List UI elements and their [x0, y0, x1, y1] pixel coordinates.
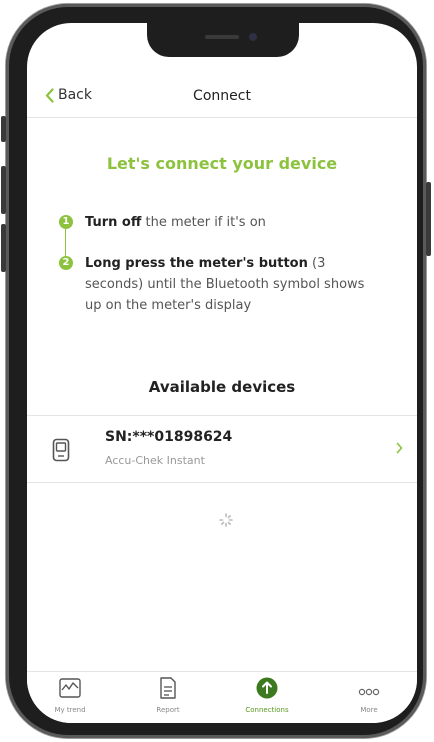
tab-bar: My trend Report Connections More [27, 671, 417, 723]
camera [249, 33, 257, 41]
device-list-item[interactable]: SN:***01898624 Accu-Chek Instant [27, 415, 417, 483]
step-number-1: 1 [59, 215, 73, 229]
tab-label: More [360, 706, 378, 714]
loading-spinner-icon [219, 512, 233, 531]
trend-icon [59, 678, 81, 702]
instruction-steps: 1 Turn off the meter if it's on 2 Long p… [59, 212, 379, 316]
tab-my-trend[interactable]: My trend [35, 678, 105, 714]
tab-label: Report [156, 706, 180, 714]
step-1: 1 Turn off the meter if it's on [59, 212, 379, 233]
more-icon [358, 681, 380, 700]
connections-icon [256, 677, 278, 703]
available-devices-title: Available devices [148, 378, 296, 396]
connect-headline: Let's connect your device [106, 154, 338, 173]
chevron-right-icon [396, 439, 403, 458]
tab-label: Connections [245, 706, 289, 714]
glucose-meter-icon [52, 438, 70, 466]
tab-more[interactable]: More [334, 678, 404, 714]
step-2: 2 Long press the meter's button (3 secon… [59, 253, 379, 316]
tab-connections[interactable]: Connections [232, 677, 302, 714]
speaker [205, 35, 239, 39]
tab-label: My trend [54, 706, 86, 714]
phone-frame: Back Connect Let's connect your device 1… [1, 4, 431, 738]
step-1-text: the meter if it's on [141, 215, 266, 230]
report-icon [159, 677, 177, 703]
page-title: Connect [193, 88, 251, 104]
device-serial: SN:***01898624 [105, 429, 233, 445]
step-2-bold: Long press the meter's button [85, 256, 308, 271]
step-1-bold: Turn off [85, 215, 142, 230]
notch [147, 23, 299, 57]
power-button [426, 182, 431, 256]
volume-up-button [1, 166, 6, 214]
nav-bar: Back Connect [27, 79, 417, 118]
tab-report[interactable]: Report [133, 677, 203, 714]
volume-down-button [1, 224, 6, 272]
side-button [1, 116, 6, 142]
device-model: Accu-Chek Instant [105, 454, 205, 467]
app-screen: Back Connect Let's connect your device 1… [27, 23, 417, 723]
step-number-2: 2 [59, 256, 73, 270]
